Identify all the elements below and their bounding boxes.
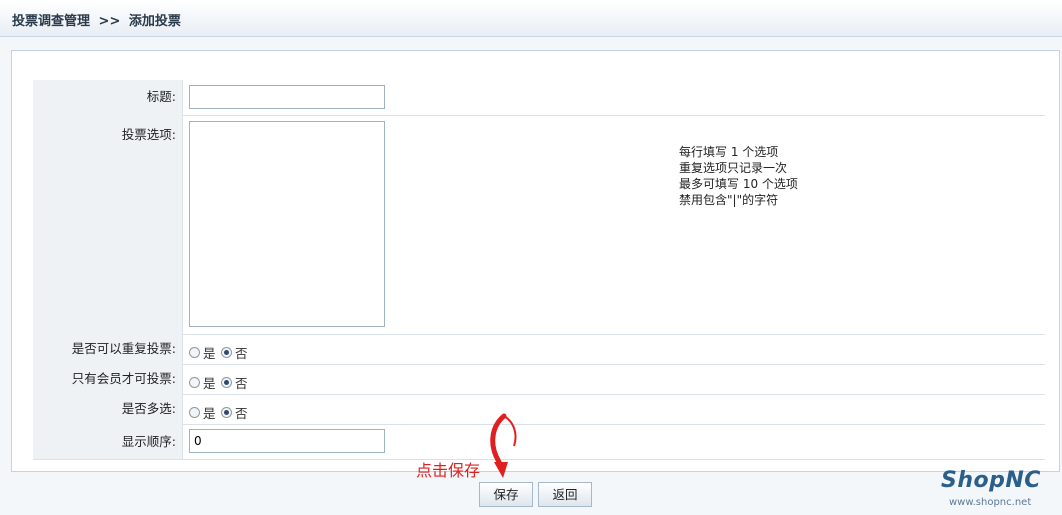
- row-multi-select: 是否多选: 是 否: [33, 394, 1045, 425]
- radio-selected-icon[interactable]: [221, 407, 232, 418]
- title-input[interactable]: [189, 85, 385, 109]
- repeat-vote-label: 是否可以重复投票:: [33, 334, 183, 364]
- breadcrumb-current: 添加投票: [128, 14, 181, 29]
- brand-name: ShopNC: [941, 468, 1041, 493]
- member-no-option[interactable]: 否: [221, 373, 248, 392]
- annotation-arrow-icon: [490, 413, 517, 478]
- breadcrumb-section[interactable]: 投票调查管理: [12, 14, 90, 29]
- title-label: 标题:: [33, 80, 183, 115]
- radio-selected-icon[interactable]: [221, 347, 232, 358]
- brand-url: www.shopnc.net: [949, 497, 1032, 508]
- row-options: 投票选项: 每行填写 1 个选项 重复选项只记录一次 最多可填写 10 个选项 …: [33, 115, 1045, 335]
- hint-line: 禁用包含"|"的字符: [679, 193, 779, 207]
- row-member-only: 只有会员才可投票: 是 否: [33, 364, 1045, 395]
- multi-yes-option[interactable]: 是: [189, 403, 216, 422]
- multi-no-option[interactable]: 否: [221, 403, 248, 422]
- top-bar: 投票调查管理 >> 添加投票: [0, 0, 1062, 37]
- save-button[interactable]: 保存: [479, 482, 533, 507]
- brand-logo: ShopNC www.shopnc.net: [935, 466, 1062, 515]
- options-textarea[interactable]: [189, 121, 385, 327]
- row-repeat-vote: 是否可以重复投票: 是 否: [33, 334, 1045, 365]
- radio-icon[interactable]: [189, 407, 200, 418]
- hint-line: 重复选项只记录一次: [679, 161, 788, 175]
- hint-line: 最多可填写 10 个选项: [679, 177, 798, 191]
- options-hint: 每行填写 1 个选项 重复选项只记录一次 最多可填写 10 个选项 禁用包含"|…: [679, 144, 798, 208]
- member-yes-option[interactable]: 是: [189, 373, 216, 392]
- radio-selected-icon[interactable]: [221, 377, 232, 388]
- breadcrumb-separator: >>: [98, 14, 121, 29]
- options-label: 投票选项:: [33, 115, 183, 334]
- radio-icon[interactable]: [189, 347, 200, 358]
- back-button[interactable]: 返回: [538, 482, 592, 507]
- annotation-text: 点击保存: [416, 461, 481, 480]
- breadcrumb: 投票调查管理 >> 添加投票: [12, 10, 185, 29]
- member-only-label: 只有会员才可投票:: [33, 364, 183, 394]
- row-title: 标题:: [33, 80, 1045, 116]
- multi-select-label: 是否多选:: [33, 394, 183, 424]
- repeat-yes-option[interactable]: 是: [189, 343, 216, 362]
- display-order-label: 显示顺序:: [33, 424, 183, 459]
- form-panel: 标题: 投票选项: 每行填写 1 个选项 重复选项只记录一次 最多可填写 10 …: [11, 50, 1060, 472]
- row-display-order: 显示顺序:: [33, 424, 1045, 460]
- hint-line: 每行填写 1 个选项: [679, 145, 779, 159]
- radio-icon[interactable]: [189, 377, 200, 388]
- display-order-input[interactable]: [189, 429, 385, 453]
- repeat-no-option[interactable]: 否: [221, 343, 248, 362]
